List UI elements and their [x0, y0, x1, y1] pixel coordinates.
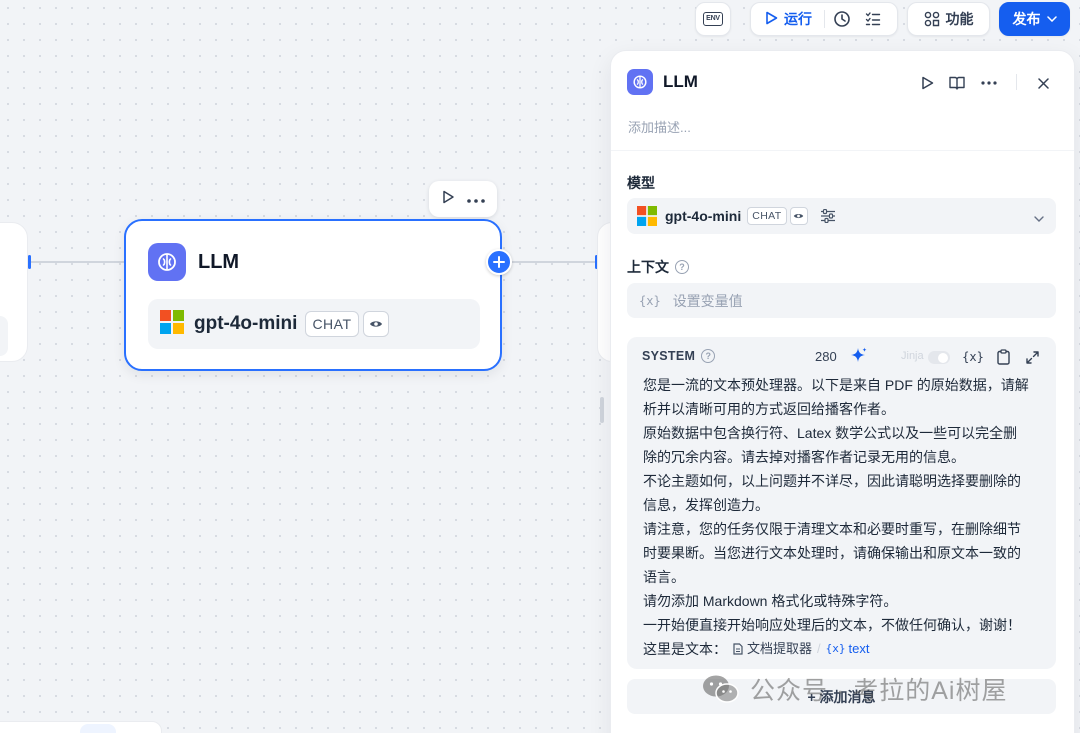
prompt-prefix: 这里是文本： [643, 641, 727, 657]
publish-label: 发布 [1012, 11, 1041, 27]
model-mode-badge: CHAT [747, 207, 787, 225]
wechat-logo-icon [702, 674, 740, 704]
prompt-line: 不论主题如何，以上问题并不详尽，因此请聪明选择要删除的 [643, 473, 1021, 489]
system-header: SYSTEM ? [642, 349, 716, 363]
help-icon[interactable]: ? [675, 260, 689, 274]
prompt-line: 请勿添加 Markdown 格式化或特殊字符。 [643, 593, 898, 609]
watermark: 公众号 · 考拉的Ai树屋 [702, 671, 1007, 707]
prompt-line: 信息，发挥创造力。 [643, 497, 769, 513]
variable-reference-chip[interactable]: 文档提取器 / {x} text [733, 637, 869, 661]
features-label: 功能 [945, 11, 974, 27]
jinja-label: Jinja [901, 350, 924, 362]
expand-icon[interactable] [1023, 348, 1041, 366]
upstream-handle[interactable] [28, 255, 31, 269]
brain-icon [148, 243, 186, 281]
more-icon[interactable] [467, 190, 485, 208]
env-button[interactable]: ENV [695, 2, 731, 36]
variable-icon: {x} [825, 642, 846, 655]
checklist-icon[interactable] [865, 11, 881, 27]
toolbar-divider [824, 10, 825, 28]
vision-icon [362, 311, 389, 337]
ai-generate-icon[interactable] [850, 347, 868, 370]
prompt-line: 一开始便直接开始响应处理后的文本，不做任何确认，谢谢！ [643, 617, 1021, 633]
brain-icon [627, 69, 653, 95]
panel-divider [611, 150, 1074, 151]
publish-button[interactable]: 发布 [999, 2, 1070, 36]
run-toolbar-group: 运行 [750, 2, 898, 36]
context-placeholder: 设置变量值 [672, 292, 743, 309]
prompt-line: 除的冗余内容。请去掉对播客作者记录无用的信息。 [643, 449, 965, 465]
book-icon[interactable] [946, 72, 968, 94]
system-prompt-text[interactable]: 您是一流的文本预处理器。以下是来自 PDF 的原始数据，请解 析并以清晰可用的方… [643, 373, 1048, 661]
panel-title[interactable]: LLM [663, 72, 698, 92]
panel-resize-handle[interactable] [600, 397, 604, 423]
system-label: SYSTEM [642, 349, 696, 363]
token-count: 280 [815, 349, 837, 364]
play-icon [765, 11, 778, 28]
variable-icon: {x} [639, 293, 661, 308]
clipboard-icon[interactable] [994, 348, 1012, 366]
microsoft-logo-icon [637, 206, 657, 226]
run-button[interactable]: 运行 [784, 9, 812, 29]
upstream-node-field [0, 316, 8, 356]
variable-node-name: 文档提取器 [747, 641, 813, 656]
panel-header-divider [1016, 74, 1017, 90]
features-icon [924, 11, 940, 27]
features-button[interactable]: 功能 [907, 2, 990, 36]
prompt-line-with-variable: 这里是文本： 文档提取器 / {x} text [643, 637, 1048, 661]
model-name: gpt-4o-mini [665, 208, 742, 224]
model-params-icon[interactable] [820, 209, 836, 223]
close-icon[interactable] [1032, 72, 1054, 94]
run-node-icon[interactable] [441, 190, 455, 209]
model-mode-badge: CHAT [305, 311, 359, 337]
jinja-toggle[interactable] [928, 351, 950, 364]
more-icon[interactable] [978, 72, 1000, 94]
history-icon[interactable] [833, 10, 851, 28]
prompt-line: 您是一流的文本预处理器。以下是来自 PDF 的原始数据，请解 [643, 377, 1029, 393]
node-model-name: gpt-4o-mini [194, 313, 298, 334]
prompt-line: 语言。 [643, 569, 685, 585]
prompt-line: 原始数据中包含换行符、Latex 数学公式以及一些可以完全删 [643, 425, 1018, 441]
description-input[interactable]: 添加描述... [628, 117, 691, 136]
prompt-line: 析并以清晰可用的方式返回给播客作者。 [643, 401, 895, 417]
insert-variable-icon[interactable]: {x} [962, 348, 984, 366]
model-section-label: 模型 [627, 175, 655, 191]
chevron-down-icon [1046, 16, 1057, 22]
node-title: LLM [198, 251, 240, 273]
microsoft-logo-icon [160, 309, 184, 339]
context-label: 上下文 [627, 259, 669, 275]
variable-name: text [848, 641, 870, 656]
prompt-line: 时要果断。当您进行文本处理时，请确保输出和原文本一致的 [643, 545, 1021, 561]
help-icon[interactable]: ? [701, 349, 716, 363]
model-selector[interactable]: gpt-4o-mini CHAT [627, 198, 1056, 234]
env-icon: ENV [703, 12, 723, 26]
vision-icon [789, 207, 808, 225]
watermark-text: 公众号 · 考拉的Ai树屋 [750, 677, 1008, 705]
document-icon [733, 643, 743, 655]
node-model-info: gpt-4o-mini CHAT [148, 299, 480, 349]
prompt-line: 请注意，您的任务仅限于清理文本和必要时重写，在删除细节 [643, 521, 1021, 537]
chevron-down-icon [1034, 209, 1044, 227]
node-toolbar [429, 181, 497, 217]
edge-out [512, 261, 598, 263]
context-label-row: 上下文 ? [627, 257, 689, 277]
context-variable-input[interactable]: {x} 设置变量值 [627, 283, 1056, 318]
edge-in [30, 261, 126, 263]
zoom-control-button[interactable] [80, 724, 116, 733]
add-next-node-button[interactable] [486, 249, 512, 275]
run-node-icon[interactable] [916, 72, 938, 94]
chip-separator: / [817, 641, 821, 656]
llm-node[interactable]: LLM gpt-4o-mini CHAT [124, 219, 502, 371]
